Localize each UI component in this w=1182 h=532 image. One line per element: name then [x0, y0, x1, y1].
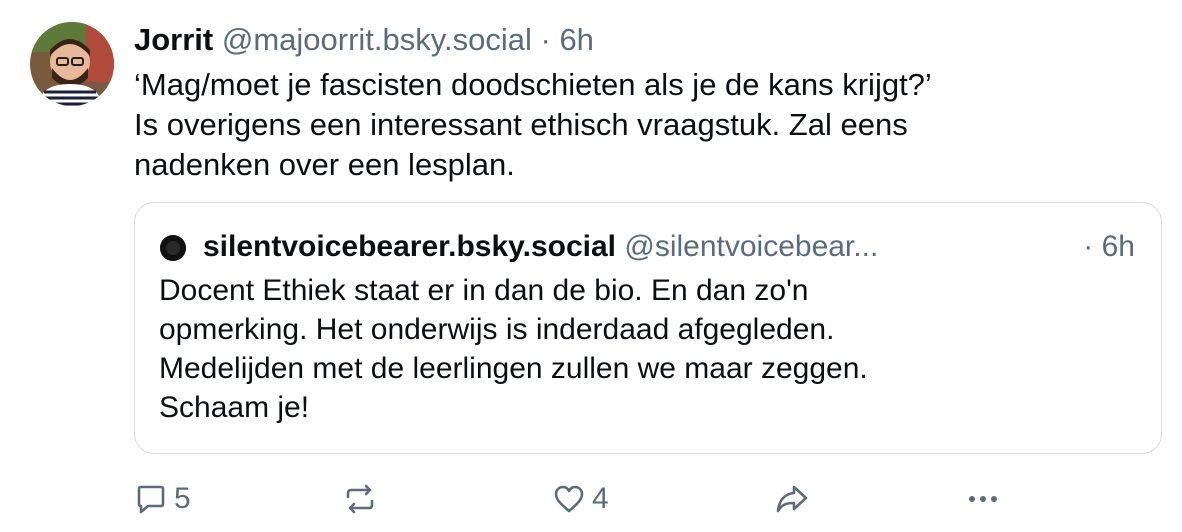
quoted-text: Docent Ethiek staat er in dan de bio. En…: [159, 271, 1139, 427]
more-options-button[interactable]: [966, 476, 1000, 522]
quoted-author-avatar: [160, 235, 186, 261]
post-text-line: Is overigens een interessant ethisch vra…: [134, 107, 908, 142]
separator-dot: ·: [540, 22, 551, 57]
author-name[interactable]: Jorrit: [134, 22, 213, 57]
like-count: 4: [592, 482, 609, 515]
quoted-text-line: Docent Ethiek staat er in dan de bio. En…: [159, 274, 809, 307]
quoted-header: silentvoicebearer.bsky.social @silentvoi…: [203, 227, 878, 267]
author-avatar[interactable]: [30, 22, 114, 106]
action-bar: 5 4: [0, 476, 1182, 522]
more-dots-icon: [966, 482, 1000, 516]
author-handle[interactable]: @majoorrit.bsky.social: [222, 22, 532, 57]
share-arrow-icon: [774, 482, 810, 516]
quoted-post[interactable]: silentvoicebearer.bsky.social @silentvoi…: [134, 202, 1162, 454]
repost-arrows-icon: [342, 482, 378, 516]
repost-button[interactable]: [342, 476, 378, 522]
reply-button[interactable]: 5: [134, 476, 191, 522]
quoted-text-line: Schaam je!: [159, 391, 310, 424]
speech-bubble-icon: [134, 482, 168, 516]
like-button[interactable]: 4: [552, 476, 609, 522]
post-header: Jorrit @majoorrit.bsky.social · 6h: [134, 20, 594, 60]
quoted-text-line: Medelijden met de leerlingen zullen we m…: [159, 352, 868, 385]
reply-count: 5: [174, 482, 191, 515]
quoted-time: · 6h: [1083, 230, 1135, 263]
quoted-text-line: opmerking. Het onderwijs is inderdaad af…: [159, 313, 835, 346]
share-button[interactable]: [774, 476, 810, 522]
quoted-author-handle: @silentvoicebear...: [624, 230, 879, 263]
heart-icon: [552, 482, 586, 516]
post-text: ‘Mag/moet je fascisten doodschieten als …: [134, 65, 1144, 185]
post-time[interactable]: 6h: [559, 22, 593, 57]
post-text-line: ‘Mag/moet je fascisten doodschieten als …: [134, 67, 932, 102]
post-text-line: nadenken over een lesplan.: [134, 147, 515, 182]
quoted-author-name: silentvoicebearer.bsky.social: [203, 230, 617, 263]
